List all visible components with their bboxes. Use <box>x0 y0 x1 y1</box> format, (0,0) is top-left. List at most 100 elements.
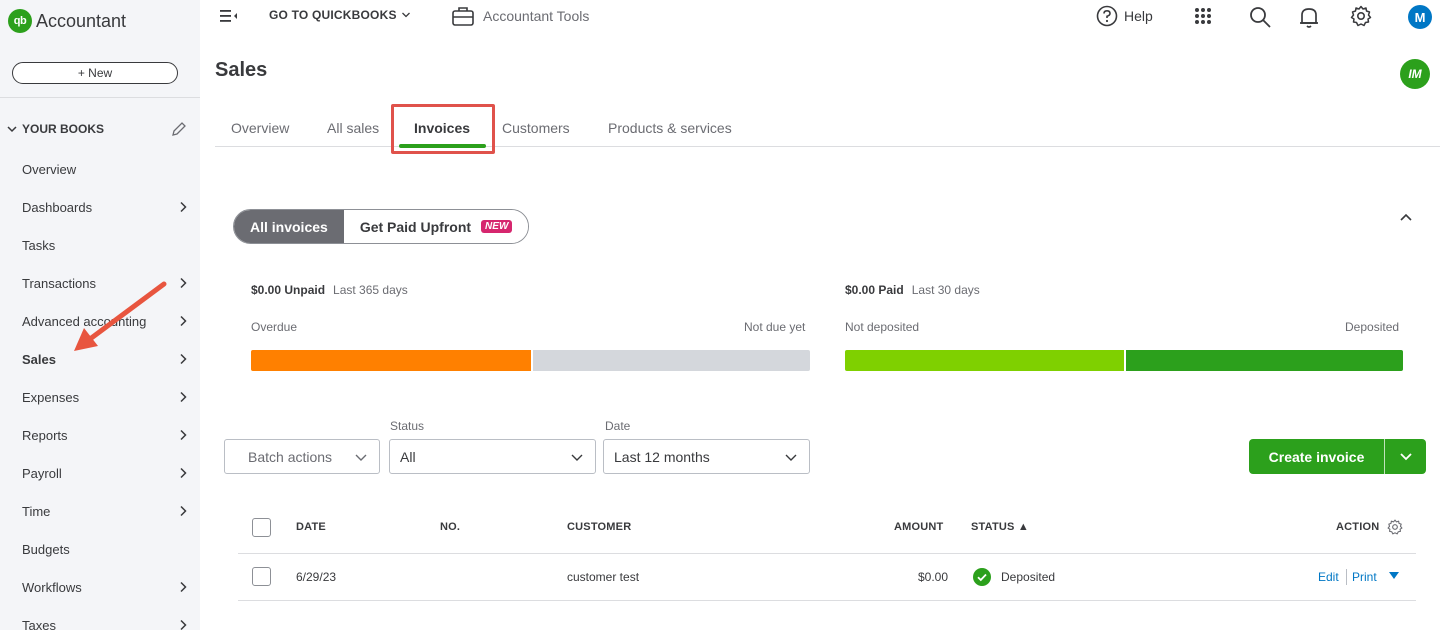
paid-period: Last 30 days <box>911 283 980 297</box>
sidebar-item-workflows[interactable]: Workflows <box>0 572 200 602</box>
status-filter-value: All <box>400 448 416 465</box>
secondary-avatar[interactable]: IM <box>1400 59 1430 89</box>
go-to-quickbooks-label: GO TO QUICKBOOKS <box>269 8 397 22</box>
sidebar-item-label: Dashboards <box>22 199 93 215</box>
date-filter-select[interactable]: Last 12 months <box>603 439 810 474</box>
your-books-toggle[interactable]: YOUR BOOKS <box>6 122 104 136</box>
chevron-right-icon <box>178 429 188 441</box>
accountant-tools-label: Accountant Tools <box>483 8 590 24</box>
search-icon[interactable] <box>1248 5 1272 29</box>
bell-icon[interactable] <box>1298 5 1320 29</box>
chevron-right-icon <box>178 201 188 213</box>
chevron-right-icon <box>178 581 188 593</box>
chevron-down-icon <box>1399 452 1412 462</box>
unpaid-period: Last 365 days <box>333 283 408 297</box>
chevron-down-icon <box>401 10 411 20</box>
split-divider <box>1384 439 1385 474</box>
date-filter-label: Date <box>605 419 631 433</box>
deposited-bar[interactable] <box>1126 350 1403 371</box>
sidebar-item-label: Overview <box>22 161 77 177</box>
column-header-status[interactable]: STATUS ▲ <box>971 521 1029 533</box>
quickbooks-logo[interactable]: qb Accountant <box>8 9 126 33</box>
table-header-divider <box>238 553 1416 554</box>
annotation-arrow-icon <box>74 281 167 351</box>
gear-icon[interactable] <box>1350 5 1372 27</box>
sidebar-item-label: Tasks <box>22 237 56 253</box>
overdue-bar[interactable] <box>251 350 531 371</box>
chevron-right-icon <box>178 505 188 517</box>
table-settings-gear-icon[interactable] <box>1387 519 1403 535</box>
help-button[interactable]: Help <box>1096 5 1153 27</box>
sidebar-item-overview[interactable]: Overview <box>0 154 200 184</box>
column-header-no[interactable]: NO. <box>440 521 460 533</box>
logo-text: Accountant <box>36 10 127 31</box>
batch-actions-dropdown[interactable]: Batch actions <box>224 439 380 474</box>
column-header-customer[interactable]: CUSTOMER <box>567 521 631 533</box>
accountant-tools-button[interactable]: Accountant Tools <box>451 5 589 27</box>
row-checkbox[interactable] <box>252 567 271 586</box>
sidebar-item-label: Reports <box>22 427 68 443</box>
paid-amount: $0.00 Paid <box>845 283 904 297</box>
status-filter-label: Status <box>390 419 425 433</box>
chevron-down-icon <box>571 453 583 463</box>
sidebar-item-tasks[interactable]: Tasks <box>0 230 200 260</box>
check-circle-icon <box>973 568 991 586</box>
user-avatar[interactable]: M <box>1408 5 1432 29</box>
sidebar-item-payroll[interactable]: Payroll <box>0 458 200 488</box>
unpaid-summary: $0.00 Unpaid Last 365 days <box>251 283 408 297</box>
tab-products-services[interactable]: Products & services <box>608 120 732 136</box>
chevron-down-icon <box>785 453 797 463</box>
help-circle-icon <box>1096 5 1118 27</box>
batch-actions-label: Batch actions <box>248 448 333 465</box>
not-deposited-label: Not deposited <box>845 320 920 334</box>
column-header-date[interactable]: DATE <box>296 521 326 533</box>
column-header-amount[interactable]: AMOUNT <box>894 521 943 533</box>
chevron-up-icon[interactable] <box>1398 210 1414 226</box>
collapse-menu-icon[interactable] <box>220 8 238 24</box>
page-title: Sales <box>215 59 268 81</box>
sidebar-item-time[interactable]: Time <box>0 496 200 526</box>
edit-link[interactable]: Edit <box>1318 570 1339 584</box>
status-filter-select[interactable]: All <box>389 439 596 474</box>
edit-pencil-icon[interactable] <box>170 120 188 138</box>
sidebar-item-label: Time <box>22 503 51 519</box>
get-paid-upfront-toggle[interactable]: Get Paid Upfront NEW <box>343 210 529 243</box>
paid-summary: $0.00 Paid Last 30 days <box>845 283 980 297</box>
chevron-right-icon <box>178 391 188 403</box>
chevron-down-icon <box>6 123 18 135</box>
qb-logo-badge: qb <box>8 9 32 33</box>
sidebar-item-taxes[interactable]: Taxes <box>0 610 200 640</box>
get-paid-upfront-label: Get Paid Upfront <box>359 218 472 235</box>
not-deposited-bar[interactable] <box>845 350 1124 371</box>
sidebar-item-dashboards[interactable]: Dashboards <box>0 192 200 222</box>
sidebar-item-label: Workflows <box>22 579 82 595</box>
tab-all-sales[interactable]: All sales <box>327 120 379 136</box>
tab-customers[interactable]: Customers <box>502 120 570 136</box>
row-customer: customer test <box>567 570 640 584</box>
chevron-right-icon <box>178 467 188 479</box>
overdue-label: Overdue <box>251 320 298 334</box>
go-to-quickbooks-dropdown[interactable]: GO TO QUICKBOOKS <box>269 8 411 22</box>
create-invoice-dropdown[interactable] <box>1385 439 1426 474</box>
all-invoices-toggle[interactable]: All invoices <box>234 210 344 243</box>
not-due-yet-bar[interactable] <box>533 350 810 371</box>
sidebar-item-label: Expenses <box>22 389 80 405</box>
caret-down-icon[interactable] <box>1389 572 1399 580</box>
new-button[interactable]: + New <box>12 62 178 84</box>
sidebar-item-reports[interactable]: Reports <box>0 420 200 450</box>
sidebar-item-label: Payroll <box>22 465 62 481</box>
sidebar-item-label: Taxes <box>22 617 56 633</box>
sidebar-item-expenses[interactable]: Expenses <box>0 382 200 412</box>
date-filter-value: Last 12 months <box>614 448 710 465</box>
chevron-down-icon <box>355 453 367 463</box>
invoice-view-toggle: All invoices Get Paid Upfront NEW <box>233 209 530 244</box>
select-all-checkbox[interactable] <box>252 518 271 537</box>
row-amount: $0.00 <box>917 570 948 584</box>
apps-grid-icon[interactable] <box>1193 6 1213 26</box>
sidebar-item-budgets[interactable]: Budgets <box>0 534 200 564</box>
print-link[interactable]: Print <box>1352 570 1377 584</box>
column-header-action: ACTION <box>1336 521 1380 533</box>
create-invoice-button[interactable]: Create invoice <box>1249 439 1384 474</box>
tab-overview[interactable]: Overview <box>231 120 289 136</box>
sidebar-item-label: Budgets <box>22 541 70 557</box>
